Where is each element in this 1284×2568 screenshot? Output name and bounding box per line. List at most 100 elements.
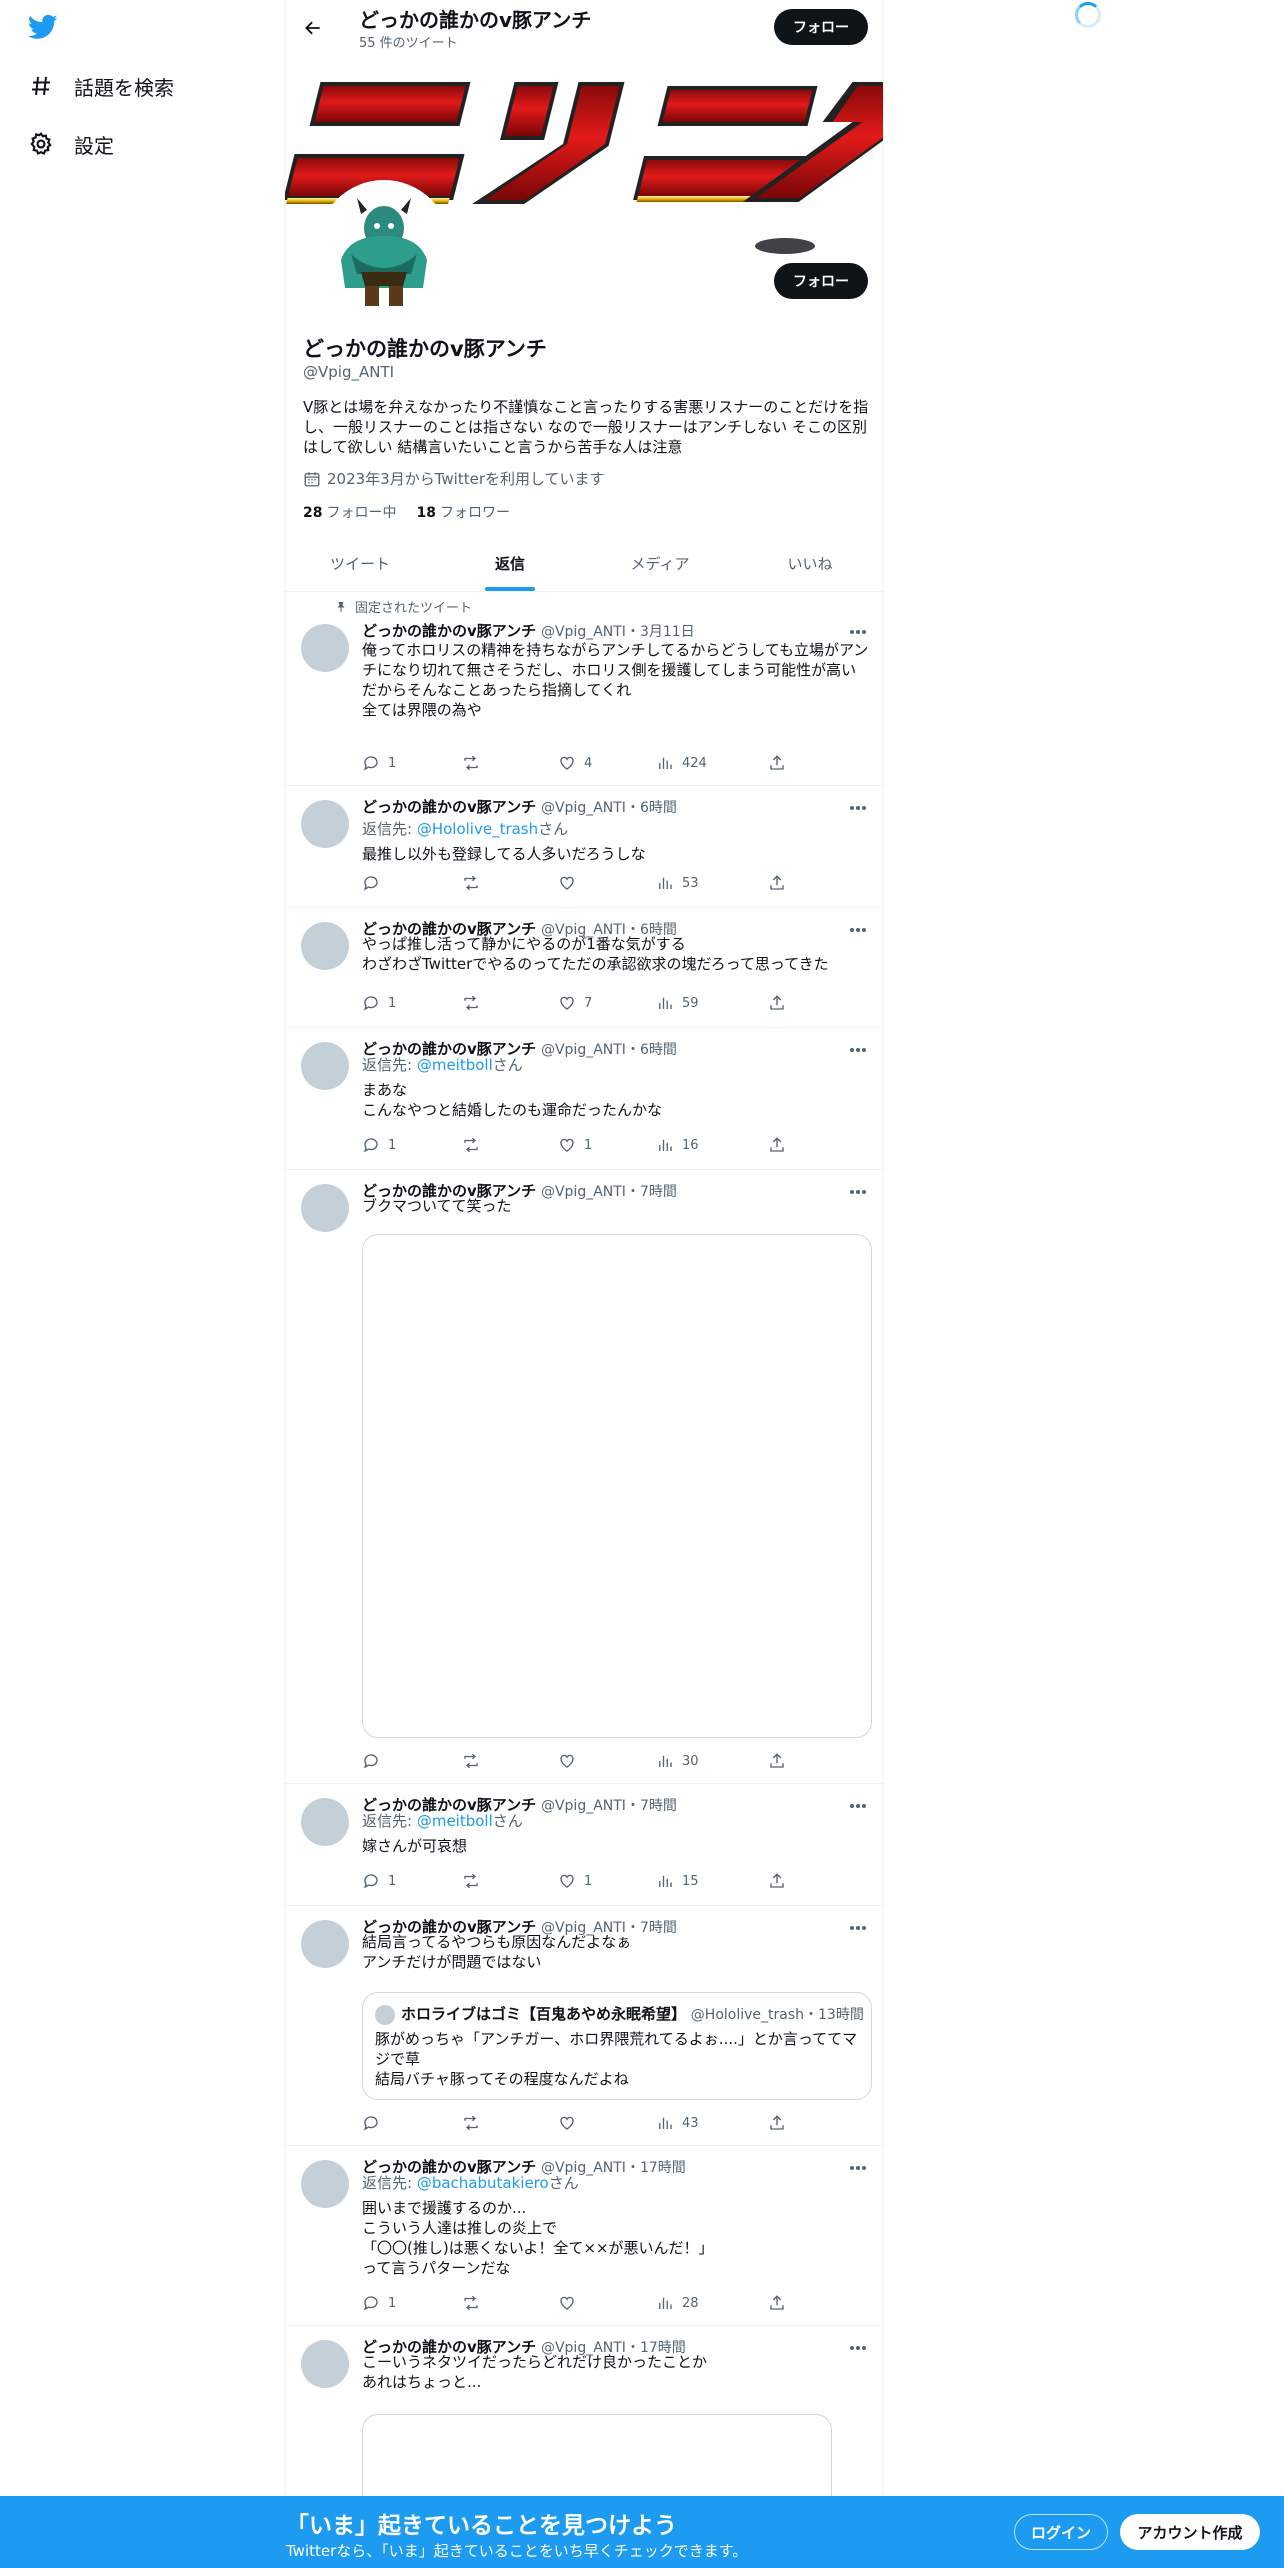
- tweet-more-button[interactable]: [845, 622, 871, 642]
- tweet-avatar[interactable]: [301, 1184, 349, 1232]
- tweet-avatar[interactable]: [301, 624, 349, 672]
- tweet-avatar[interactable]: [301, 1042, 349, 1090]
- views-button[interactable]: 59: [656, 994, 699, 1012]
- tweet-item[interactable]: どっかの誰かのv豚アンチ @Vpig_ANTI・7時間 ブクマついてて笑った 30: [285, 1170, 883, 1784]
- twitter-logo-icon[interactable]: [26, 12, 66, 46]
- tweet-more-button[interactable]: [845, 1040, 871, 1060]
- reply-button[interactable]: 1: [362, 994, 396, 1012]
- views-icon: [659, 1755, 672, 1767]
- heart-icon: [560, 996, 574, 1010]
- signup-banner-subtitle: Twitterなら、「いま」起きていることをいち早くチェックできます。: [286, 2542, 748, 2560]
- reply-button[interactable]: [362, 1752, 388, 1770]
- tweet-text-line: 「〇〇(推し)は悪くないよ！全て××が悪いんだ！」: [362, 2239, 714, 2257]
- retweet-button[interactable]: [462, 1872, 488, 1890]
- nav-explore[interactable]: 話題を検索: [28, 66, 174, 106]
- tweet-avatar[interactable]: [301, 800, 349, 848]
- retweet-button[interactable]: [462, 1136, 488, 1154]
- quoted-tweet[interactable]: ホロライブはゴミ【百鬼あやめ永眠希望】 @Hololive_trash・13時間…: [362, 1992, 872, 2100]
- reply-button[interactable]: 1: [362, 1872, 396, 1890]
- back-button[interactable]: [295, 10, 331, 46]
- retweet-button[interactable]: [462, 1752, 488, 1770]
- retweet-button[interactable]: [462, 754, 488, 772]
- signup-button[interactable]: アカウント作成: [1120, 2514, 1260, 2550]
- share-button[interactable]: [768, 874, 786, 892]
- reply-to-line: 返信先: @bachabutakieroさん: [362, 2172, 579, 2193]
- tab-tweets[interactable]: ツイート: [285, 536, 435, 591]
- reply-to-mention[interactable]: @meitboll: [417, 1812, 493, 1830]
- reply-button[interactable]: 1: [362, 1136, 396, 1154]
- share-button[interactable]: [768, 1136, 786, 1154]
- tweet-more-button[interactable]: [845, 1796, 871, 1816]
- tweet-item[interactable]: どっかの誰かのv豚アンチ @Vpig_ANTI・6時間 返信先: @meitbol…: [285, 1028, 883, 1170]
- followers-label: フォロワー: [439, 505, 510, 521]
- tweet-avatar[interactable]: [301, 1798, 349, 1846]
- tab-media[interactable]: メディア: [585, 536, 735, 591]
- reply-icon: [363, 2116, 378, 2131]
- followers-count: 18: [416, 505, 436, 521]
- retweet-button[interactable]: [462, 2294, 488, 2312]
- retweet-button[interactable]: [462, 994, 488, 1012]
- tweet-item[interactable]: どっかの誰かのv豚アンチ @Vpig_ANTI・7時間 返信先: @meitbol…: [285, 1784, 883, 1906]
- tweet-item[interactable]: どっかの誰かのv豚アンチ @Vpig_ANTI・3月11日 俺ってホロリスの精神を…: [285, 614, 883, 786]
- likes-count: 1: [584, 1873, 593, 1889]
- tweet-actions: 1 1 16: [362, 1136, 802, 1156]
- share-button[interactable]: [768, 1872, 786, 1890]
- tweet-avatar[interactable]: [301, 2160, 349, 2208]
- heart-icon: [560, 1138, 574, 1152]
- like-button[interactable]: 1: [558, 1136, 592, 1154]
- retweet-button[interactable]: [462, 874, 488, 892]
- share-button[interactable]: [768, 2294, 786, 2312]
- reply-button[interactable]: 1: [362, 2294, 396, 2312]
- like-button[interactable]: [558, 2294, 584, 2312]
- tweet-item[interactable]: どっかの誰かのv豚アンチ @Vpig_ANTI・17時間 返信先: @bachab…: [285, 2146, 883, 2326]
- tab-likes[interactable]: いいね: [735, 536, 883, 591]
- reply-to-mention[interactable]: @bachabutakiero: [417, 2174, 549, 2192]
- reply-button[interactable]: [362, 2114, 388, 2132]
- login-button[interactable]: ログイン: [1014, 2514, 1108, 2550]
- tweet-item[interactable]: どっかの誰かのv豚アンチ @Vpig_ANTI・7時間 結局言ってるやつらも原因な…: [285, 1906, 883, 2146]
- like-button[interactable]: [558, 874, 584, 892]
- profile-tabs: ツイート 返信 メディア いいね: [285, 536, 883, 592]
- share-button[interactable]: [768, 754, 786, 772]
- retweet-button[interactable]: [462, 2114, 488, 2132]
- reply-to-mention[interactable]: @meitboll: [417, 1056, 493, 1074]
- profile-avatar[interactable]: [317, 180, 451, 314]
- reply-button[interactable]: 1: [362, 754, 396, 772]
- views-button[interactable]: 15: [656, 1872, 699, 1890]
- views-button[interactable]: 424: [656, 754, 707, 772]
- views-button[interactable]: 16: [656, 1136, 699, 1154]
- reply-to-line: 返信先: @meitbollさん: [362, 1054, 523, 1075]
- reply-button[interactable]: [362, 874, 388, 892]
- share-button[interactable]: [768, 2114, 786, 2132]
- like-button[interactable]: 7: [558, 994, 592, 1012]
- share-button[interactable]: [768, 1752, 786, 1770]
- tweet-avatar[interactable]: [301, 2340, 349, 2388]
- tweet-more-button[interactable]: [845, 798, 871, 818]
- reply-to-mention[interactable]: @Hololive_trash: [417, 820, 538, 838]
- views-button[interactable]: 28: [656, 2294, 699, 2312]
- views-button[interactable]: 43: [656, 2114, 699, 2132]
- share-button[interactable]: [768, 994, 786, 1012]
- tweet-item[interactable]: どっかの誰かのv豚アンチ @Vpig_ANTI・6時間 返信先: @Hololiv…: [285, 786, 883, 908]
- tweet-media[interactable]: [362, 1234, 872, 1738]
- tab-replies[interactable]: 返信: [435, 536, 585, 591]
- tweet-author-name[interactable]: どっかの誰かのv豚アンチ: [362, 798, 536, 816]
- header-follow-button[interactable]: フォロー: [774, 9, 868, 45]
- like-button[interactable]: 4: [558, 754, 592, 772]
- tweet-avatar[interactable]: [301, 1920, 349, 1968]
- nav-settings[interactable]: 設定: [28, 124, 114, 164]
- tweet-avatar[interactable]: [301, 922, 349, 970]
- like-button[interactable]: 1: [558, 1872, 592, 1890]
- tweet-actions: 53: [362, 874, 802, 894]
- like-button[interactable]: [558, 2114, 584, 2132]
- tweet-text-line: まあな: [362, 1081, 408, 1099]
- like-button[interactable]: [558, 1752, 584, 1770]
- views-button[interactable]: 30: [656, 1752, 699, 1770]
- following-link[interactable]: 28 フォロー中: [303, 502, 396, 522]
- followers-link[interactable]: 18 フォロワー: [416, 502, 509, 522]
- tweet-more-button[interactable]: [845, 2158, 871, 2178]
- tweet-author-name[interactable]: どっかの誰かのv豚アンチ: [362, 622, 536, 640]
- profile-follow-button[interactable]: フォロー: [774, 263, 868, 299]
- tweet-item[interactable]: どっかの誰かのv豚アンチ @Vpig_ANTI・6時間 やっぱ推し活って静かにやる…: [285, 908, 883, 1028]
- views-button[interactable]: 53: [656, 874, 699, 892]
